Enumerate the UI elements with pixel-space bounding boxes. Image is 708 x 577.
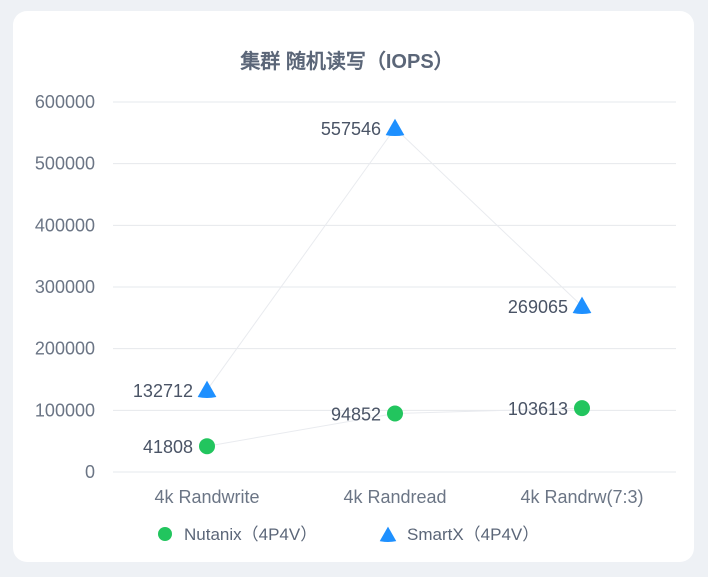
chart-svg: 集群 随机读写（IOPS） 600000 500000 400000 300000 20…: [35, 49, 676, 544]
y-tick-label: 600000: [35, 92, 95, 112]
legend-label-nutanix: Nutanix（4P4V）: [184, 525, 317, 544]
x-tick-label: 4k Randrw(7:3): [520, 487, 643, 507]
y-tick-label: 300000: [35, 277, 95, 297]
data-labels: 41808 94852 103613 132712 557546 269065: [133, 119, 568, 457]
x-tick-label: 4k Randwrite: [154, 487, 259, 507]
legend[interactable]: Nutanix（4P4V） SmartX（4P4V）: [158, 525, 539, 544]
data-label: 94852: [331, 405, 381, 425]
y-tick-label: 500000: [35, 154, 95, 174]
x-tick-label: 4k Randread: [343, 487, 446, 507]
data-point-nutanix[interactable]: [574, 400, 590, 417]
y-tick-label: 400000: [35, 215, 95, 235]
data-point-smartx[interactable]: [197, 380, 217, 399]
data-label: 103613: [508, 399, 568, 419]
y-tick-label: 0: [85, 462, 95, 482]
data-label: 41808: [143, 437, 193, 457]
data-label: 132712: [133, 381, 193, 401]
legend-circle-icon: [158, 527, 172, 541]
y-tick-label: 200000: [35, 339, 95, 359]
legend-item-smartx[interactable]: SmartX（4P4V）: [379, 525, 540, 544]
y-tick-label: 100000: [35, 400, 95, 420]
data-label: 557546: [321, 119, 381, 139]
chart-title: 集群 随机读写（IOPS）: [239, 49, 453, 73]
legend-item-nutanix[interactable]: Nutanix（4P4V）: [158, 525, 317, 544]
data-point-smartx[interactable]: [385, 118, 405, 137]
data-point-nutanix[interactable]: [199, 438, 215, 455]
y-axis-ticks: 600000 500000 400000 300000 200000 100000 0: [35, 92, 95, 482]
legend-triangle-icon: [379, 526, 397, 542]
legend-label-smartx: SmartX（4P4V）: [407, 525, 539, 544]
series-line-smartx: [206, 127, 583, 391]
x-axis-ticks: 4k Randwrite 4k Randread 4k Randrw(7:3): [154, 487, 643, 507]
data-point-nutanix[interactable]: [387, 405, 403, 422]
data-label: 269065: [508, 297, 568, 317]
